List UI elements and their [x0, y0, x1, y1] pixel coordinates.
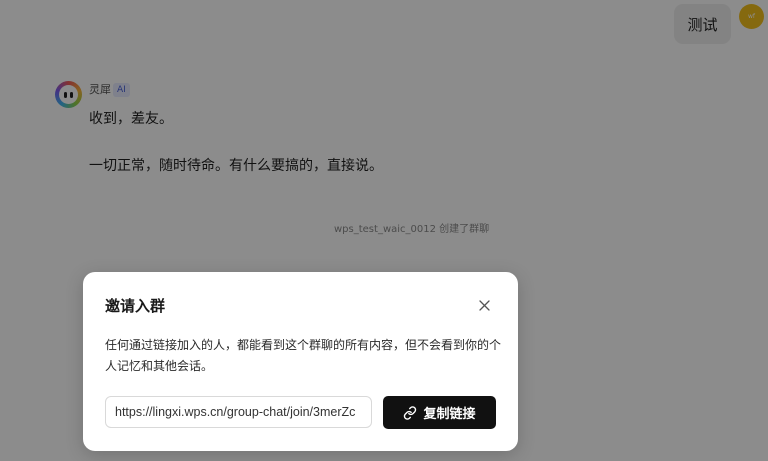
copy-button-label: 复制链接	[423, 407, 476, 422]
copy-link-button[interactable]: 复制链接	[383, 396, 496, 429]
invite-dialog: 邀请入群 任何通过链接加入的人，都能看到这个群聊的所有内容，但不会看到你的个人记…	[83, 272, 518, 451]
dialog-title: 邀请入群	[105, 297, 166, 315]
link-icon	[404, 405, 417, 420]
invite-link-input[interactable]	[105, 396, 372, 428]
dialog-description: 任何通过链接加入的人，都能看到这个群聊的所有内容，但不会看到你的个人记忆和其他会…	[105, 338, 502, 373]
close-button[interactable]	[475, 296, 493, 314]
close-icon	[478, 299, 490, 311]
